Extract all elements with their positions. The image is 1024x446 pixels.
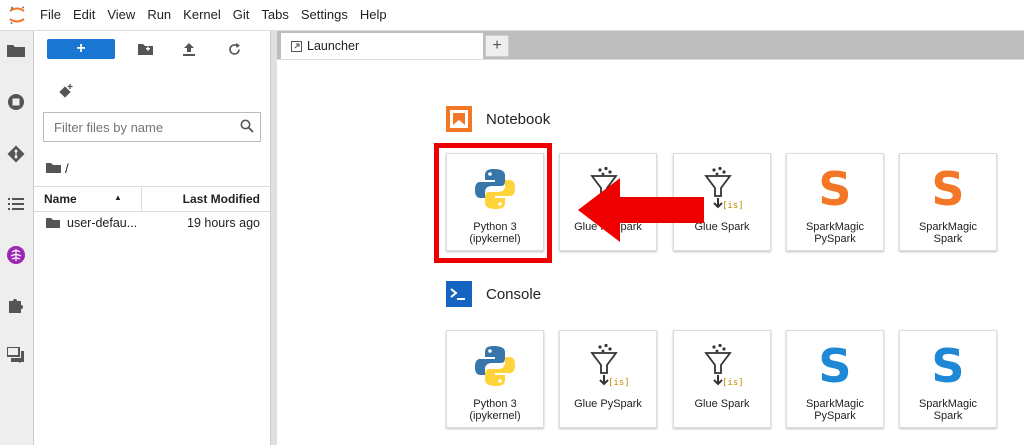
file-name: user-defau... bbox=[67, 216, 138, 230]
panel-splitter[interactable] bbox=[270, 31, 277, 445]
launcher-card-console-sparkmagic-spark[interactable]: S SparkMagic Spark bbox=[899, 330, 997, 428]
svg-text:[is]:: [is]: bbox=[608, 378, 630, 388]
breadcrumb: / bbox=[46, 161, 69, 176]
column-modified-header[interactable]: Last Modified bbox=[183, 192, 260, 206]
card-label: SparkMagic Spark bbox=[918, 398, 978, 422]
launcher-card-console-glue-spark[interactable]: [is]: Glue Spark bbox=[673, 330, 771, 428]
git-clone-icon[interactable] bbox=[56, 81, 76, 101]
launcher-card-console-python3[interactable]: Python 3 (ipykernel) bbox=[446, 330, 544, 428]
notebook-section-icon bbox=[446, 106, 472, 132]
menu-git[interactable]: Git bbox=[227, 0, 256, 30]
search-icon bbox=[240, 119, 254, 138]
highlight-box bbox=[434, 143, 552, 263]
launcher-card-console-sparkmagic-pyspark[interactable]: S SparkMagic PySpark bbox=[786, 330, 884, 428]
annotation-arrow-icon bbox=[578, 178, 704, 242]
column-name-header[interactable]: Name bbox=[44, 192, 77, 206]
menu-edit[interactable]: Edit bbox=[67, 0, 101, 30]
new-launcher-button[interactable]: + bbox=[47, 39, 115, 59]
folder-icon[interactable] bbox=[6, 40, 26, 60]
section-notebook: Notebook bbox=[446, 106, 550, 132]
breadcrumb-root[interactable]: / bbox=[65, 161, 69, 176]
card-label: Glue PySpark bbox=[574, 398, 642, 410]
brain-icon[interactable] bbox=[6, 245, 26, 265]
console-section-icon bbox=[446, 281, 472, 307]
glue-icon: [is]: bbox=[674, 341, 770, 391]
section-console: Console bbox=[446, 281, 541, 307]
menu-view[interactable]: View bbox=[101, 0, 141, 30]
menu-bar: File Edit View Run Kernel Git Tabs Setti… bbox=[0, 0, 1024, 31]
file-browser: + / Name ▲ Last Modified user-defau... 1… bbox=[34, 31, 270, 445]
menu-tabs[interactable]: Tabs bbox=[255, 0, 294, 30]
launcher-card-console-glue-pyspark[interactable]: [is]: Glue PySpark bbox=[559, 330, 657, 428]
card-label: SparkMagic PySpark bbox=[805, 221, 865, 245]
svg-text:[is]:: [is]: bbox=[722, 201, 744, 211]
git-icon[interactable] bbox=[6, 144, 26, 164]
card-label: SparkMagic Spark bbox=[918, 221, 978, 245]
filter-files-input[interactable] bbox=[52, 118, 236, 136]
column-divider[interactable] bbox=[141, 187, 142, 211]
launcher-panel: Notebook Python 3(ipykernel) [is]: Glue … bbox=[277, 59, 1024, 446]
sort-ascending-icon: ▲ bbox=[114, 193, 122, 202]
file-list-item[interactable]: user-defau... 19 hours ago bbox=[34, 214, 270, 234]
extension-puzzle-icon[interactable] bbox=[6, 295, 26, 315]
chat-icon[interactable] bbox=[6, 345, 26, 365]
menu-run[interactable]: Run bbox=[141, 0, 177, 30]
tab-launcher[interactable]: Launcher bbox=[281, 33, 483, 59]
launcher-card-notebook-sparkmagic-pyspark[interactable]: S SparkMagic PySpark bbox=[786, 153, 884, 251]
launcher-card-notebook-sparkmagic-spark[interactable]: S SparkMagic Spark bbox=[899, 153, 997, 251]
menu-kernel[interactable]: Kernel bbox=[177, 0, 227, 30]
jupyter-logo-icon bbox=[0, 0, 34, 30]
folder-icon bbox=[46, 217, 60, 231]
menu-settings[interactable]: Settings bbox=[295, 0, 354, 30]
new-folder-icon[interactable] bbox=[135, 39, 155, 59]
svg-text:[is]:: [is]: bbox=[722, 378, 744, 388]
sparkmagic-icon: S bbox=[818, 162, 852, 216]
card-label: Glue Spark bbox=[694, 398, 750, 410]
file-list-header: Name ▲ Last Modified bbox=[34, 186, 270, 212]
glue-icon: [is]: bbox=[560, 341, 656, 391]
file-modified: 19 hours ago bbox=[187, 216, 260, 230]
refresh-icon[interactable] bbox=[224, 39, 244, 59]
new-tab-button[interactable]: + bbox=[485, 35, 509, 57]
tab-launcher-label: Launcher bbox=[307, 39, 360, 53]
sparkmagic-icon: S bbox=[818, 339, 852, 393]
running-sessions-icon[interactable] bbox=[6, 92, 26, 112]
table-of-contents-icon[interactable] bbox=[6, 194, 26, 214]
launcher-icon bbox=[291, 40, 302, 52]
menu-file[interactable]: File bbox=[34, 0, 67, 30]
upload-icon[interactable] bbox=[179, 39, 199, 59]
card-label: Python 3 (ipykernel) bbox=[469, 398, 521, 422]
python-icon bbox=[447, 341, 543, 391]
sparkmagic-icon: S bbox=[931, 162, 965, 216]
console-section-title: Console bbox=[486, 285, 542, 303]
card-label: SparkMagic PySpark bbox=[805, 398, 865, 422]
tab-bar: Launcher + bbox=[277, 31, 1024, 59]
sparkmagic-icon: S bbox=[931, 339, 965, 393]
activity-bar bbox=[0, 31, 34, 445]
folder-icon[interactable] bbox=[46, 161, 61, 176]
notebook-section-title: Notebook bbox=[486, 110, 551, 128]
filter-files-box bbox=[43, 112, 261, 142]
menu-help[interactable]: Help bbox=[354, 0, 393, 30]
